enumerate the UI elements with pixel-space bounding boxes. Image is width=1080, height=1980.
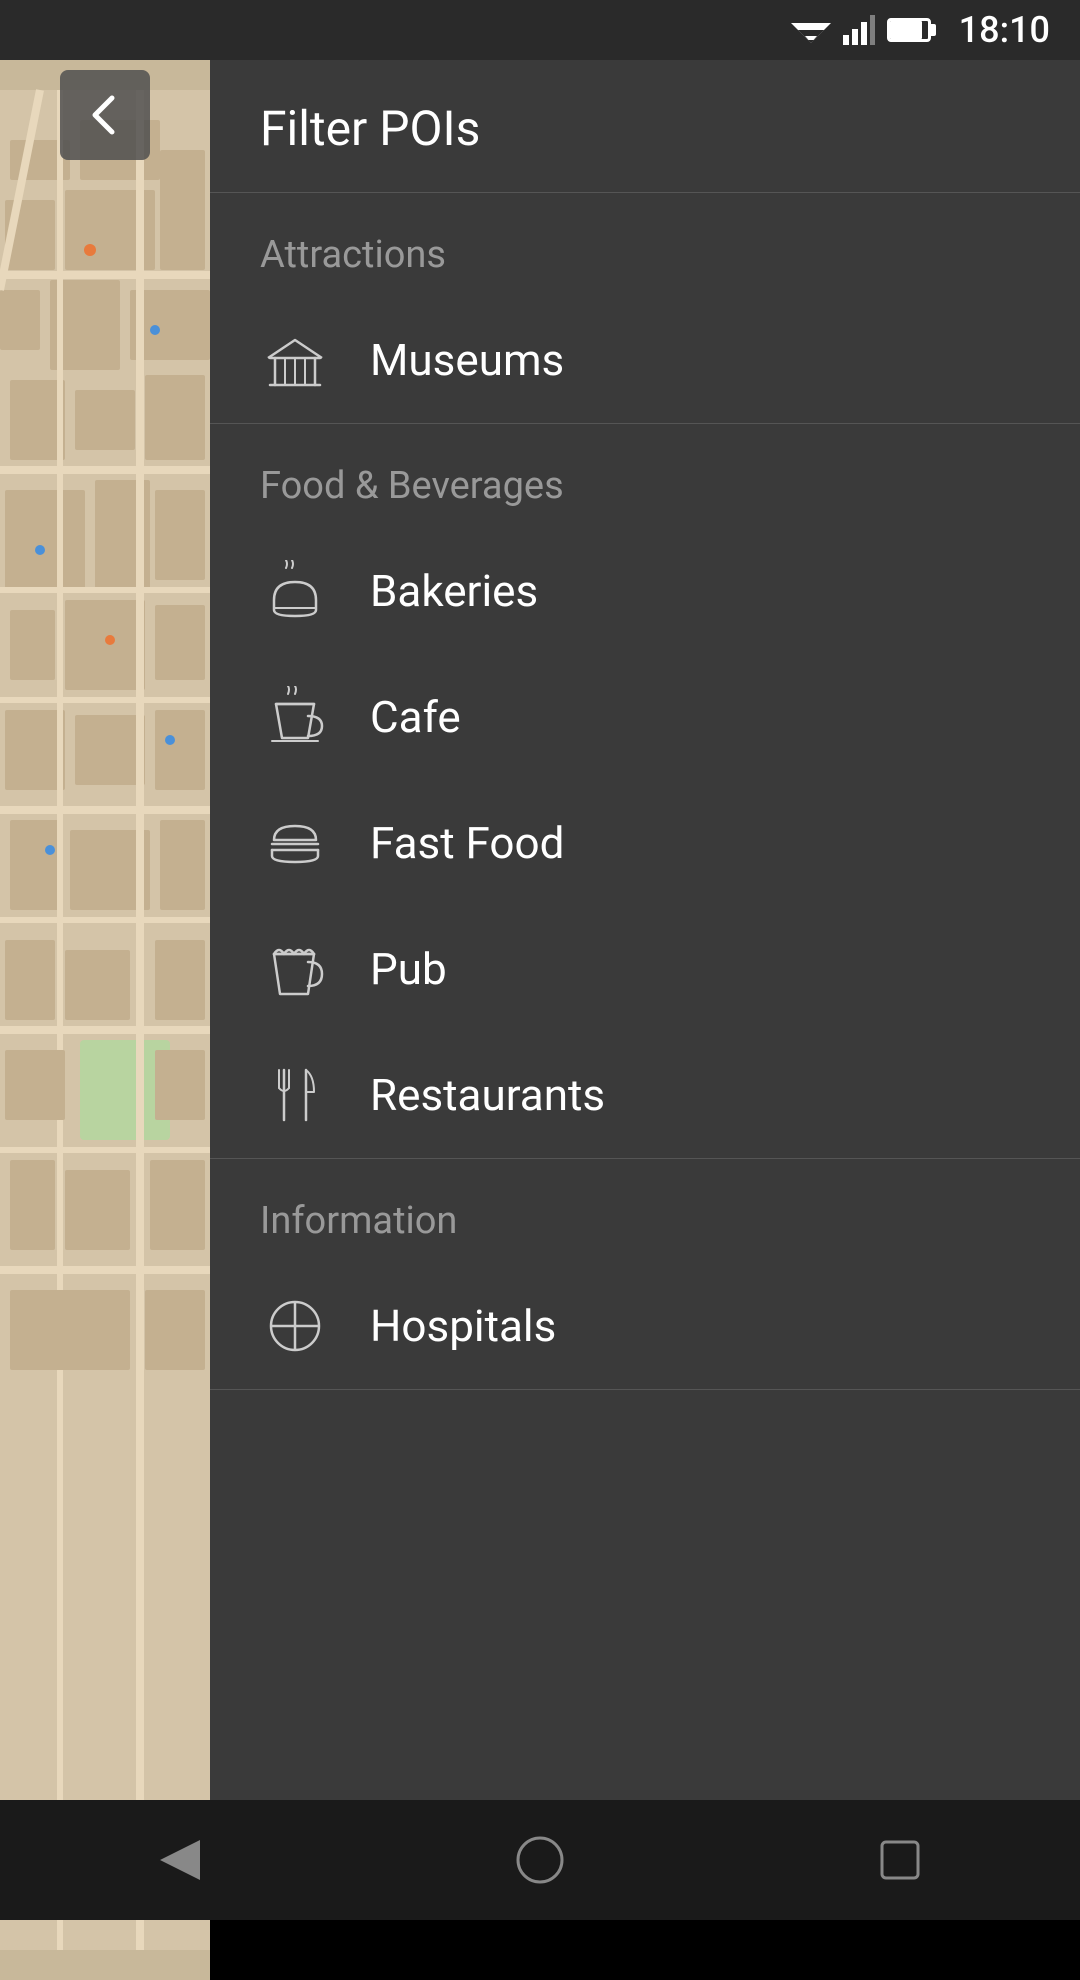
status-time: 18:10 bbox=[959, 9, 1050, 51]
menu-item-museums[interactable]: Museums bbox=[210, 297, 1080, 423]
nav-back-icon bbox=[150, 1830, 210, 1890]
section-information: Information Hospitals bbox=[210, 1159, 1080, 1390]
nav-home-button[interactable] bbox=[490, 1820, 590, 1900]
pub-label: Pub bbox=[370, 943, 447, 995]
filter-title: Filter POIs bbox=[260, 100, 1030, 157]
back-arrow-icon bbox=[80, 90, 130, 140]
nav-bar bbox=[0, 1800, 1080, 1920]
section-food-beverages: Food & Beverages Bakeries bbox=[210, 424, 1080, 1159]
section-title-information: Information bbox=[210, 1159, 1080, 1263]
nav-recents-icon bbox=[870, 1830, 930, 1890]
section-title-food: Food & Beverages bbox=[210, 424, 1080, 528]
battery-icon bbox=[887, 18, 931, 42]
museum-label: Museums bbox=[370, 334, 564, 386]
menu-item-restaurants[interactable]: Restaurants bbox=[210, 1032, 1080, 1158]
section-attractions: Attractions Museums bbox=[210, 193, 1080, 424]
wifi-icon bbox=[791, 15, 831, 45]
bakery-icon bbox=[260, 556, 330, 626]
section-title-attractions: Attractions bbox=[210, 193, 1080, 297]
hospital-icon bbox=[260, 1291, 330, 1361]
nav-back-button[interactable] bbox=[130, 1820, 230, 1900]
status-bar: 18:10 bbox=[0, 0, 1080, 60]
back-button[interactable] bbox=[0, 60, 210, 170]
menu-item-fast-food[interactable]: Fast Food bbox=[210, 780, 1080, 906]
fast-food-label: Fast Food bbox=[370, 817, 564, 869]
fast-food-icon bbox=[260, 808, 330, 878]
hospitals-label: Hospitals bbox=[370, 1300, 556, 1352]
pub-icon bbox=[260, 934, 330, 1004]
nav-recents-button[interactable] bbox=[850, 1820, 950, 1900]
menu-item-cafe[interactable]: Cafe bbox=[210, 654, 1080, 780]
museum-icon bbox=[260, 325, 330, 395]
cafe-label: Cafe bbox=[370, 691, 461, 743]
cafe-icon bbox=[260, 682, 330, 752]
restaurant-icon bbox=[260, 1060, 330, 1130]
filter-header: Filter POIs bbox=[210, 60, 1080, 193]
menu-item-pub[interactable]: Pub bbox=[210, 906, 1080, 1032]
filter-panel: Filter POIs Attractions bbox=[210, 60, 1080, 1860]
menu-item-hospitals[interactable]: Hospitals bbox=[210, 1263, 1080, 1389]
menu-item-bakeries[interactable]: Bakeries bbox=[210, 528, 1080, 654]
nav-home-icon bbox=[510, 1830, 570, 1890]
map-area bbox=[0, 60, 210, 1980]
signal-icon bbox=[843, 15, 875, 45]
bakeries-label: Bakeries bbox=[370, 565, 538, 617]
restaurants-label: Restaurants bbox=[370, 1069, 605, 1121]
status-icons: 18:10 bbox=[791, 9, 1050, 51]
